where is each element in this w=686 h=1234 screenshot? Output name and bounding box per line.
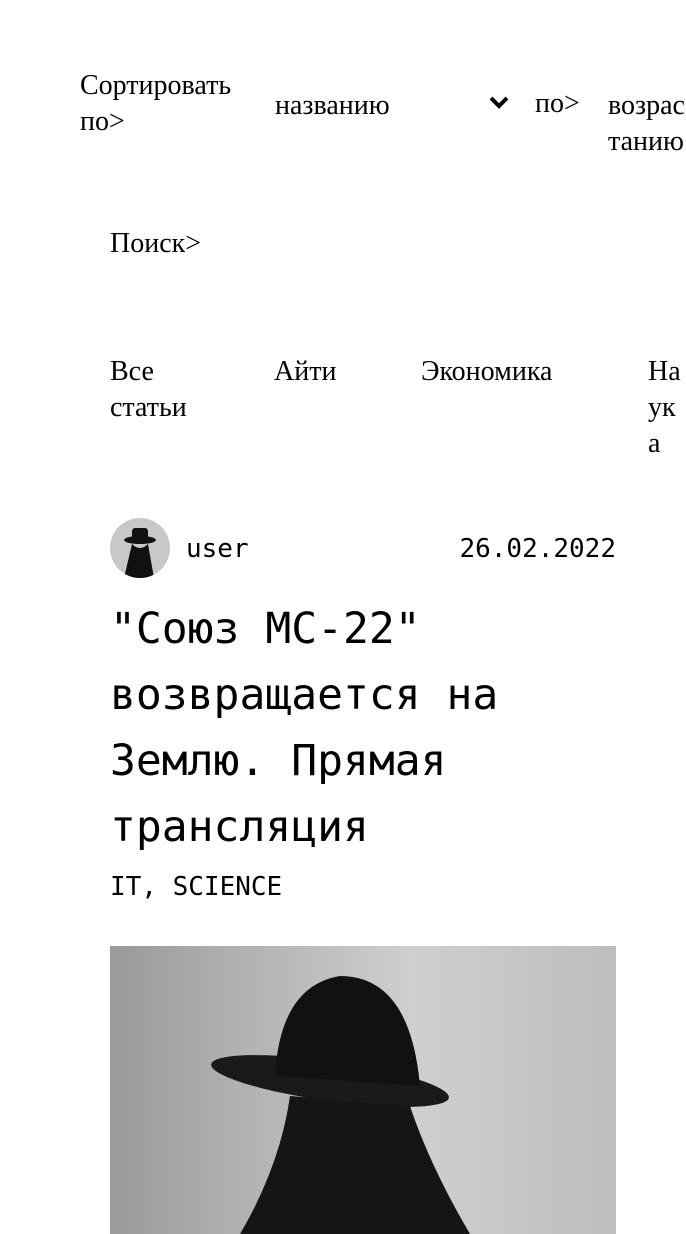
article-tags: IT, SCIENCE — [110, 872, 283, 902]
sort-label: Сортировать по> — [80, 70, 232, 137]
sort-field-select[interactable]: названию — [275, 88, 390, 124]
category-all[interactable]: Все статьи — [110, 354, 190, 426]
chevron-down-icon[interactable] — [488, 94, 510, 110]
sort-direction-label: по> — [535, 88, 580, 119]
article-image[interactable] — [110, 946, 616, 1234]
article-meta: user 26.02.2022 — [110, 518, 616, 578]
article-date: 26.02.2022 — [459, 534, 616, 564]
search-label[interactable]: Поиск> — [110, 226, 201, 262]
category-science[interactable]: Наука — [648, 354, 686, 462]
category-it[interactable]: Айти — [274, 354, 336, 390]
author-name[interactable]: user — [186, 534, 249, 564]
article-title[interactable]: "Союз МС-22" возвращается на Землю. Прям… — [110, 596, 630, 860]
avatar — [110, 518, 170, 578]
sort-direction-select[interactable]: возрастанию — [608, 88, 686, 160]
category-economy[interactable]: Экономика — [421, 354, 552, 390]
